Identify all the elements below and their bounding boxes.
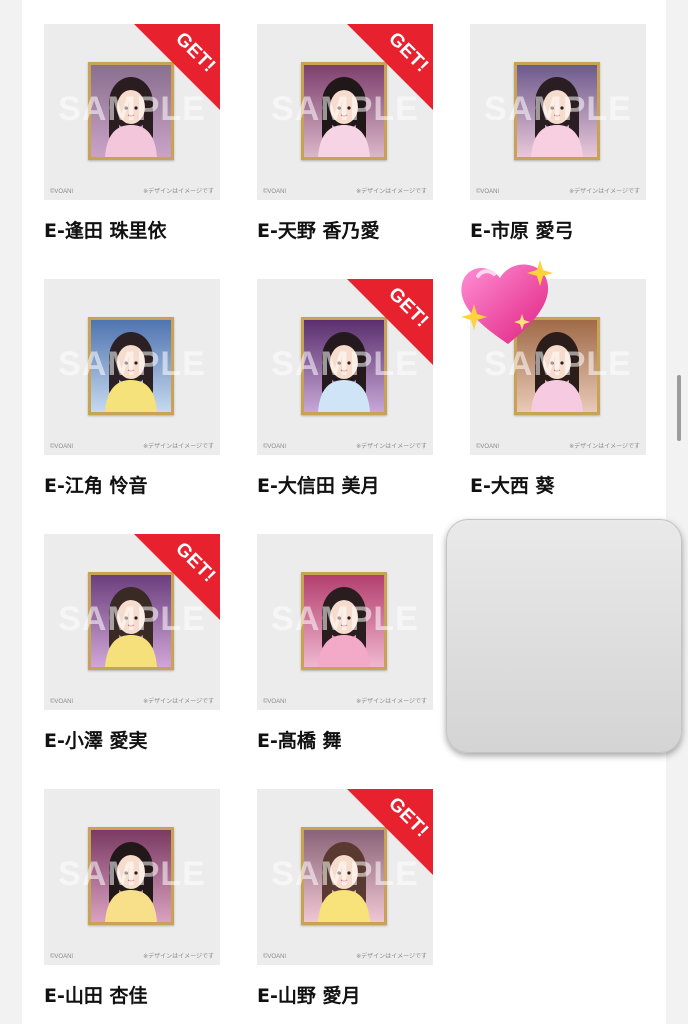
member-name: E-大信田 美月 <box>257 475 380 497</box>
overlay-box[interactable] <box>446 519 682 753</box>
member-photo <box>304 320 384 412</box>
member-name: E-大西 葵 <box>470 475 555 497</box>
copyright-label: ©VOANI <box>263 189 287 195</box>
member-card[interactable]: SAMPLE ©VOANI ※デザインはイメージです GET! E-天野 香乃愛 <box>257 24 433 242</box>
photo-frame <box>301 572 387 670</box>
card-thumbnail[interactable]: SAMPLE ©VOANI ※デザインはイメージです GET! <box>257 789 433 965</box>
card-thumbnail[interactable]: SAMPLE©VOANI※デザインはイメージです <box>257 534 433 710</box>
card-thumbnail[interactable]: SAMPLE ©VOANI ※デザインはイメージです GET! <box>257 279 433 455</box>
design-note: ※デザインはイメージです <box>356 443 427 450</box>
member-photo <box>304 830 384 922</box>
card-thumbnail[interactable]: SAMPLE©VOANI※デザインはイメージです <box>470 24 646 200</box>
member-photo <box>304 65 384 157</box>
card-thumbnail[interactable]: SAMPLE©VOANI※デザインはイメージです <box>44 279 220 455</box>
member-card[interactable]: SAMPLE ©VOANI ※デザインはイメージです E-髙橋 舞 <box>257 534 433 752</box>
member-name: E-小澤 愛実 <box>44 730 148 752</box>
design-note: ※デザインはイメージです <box>143 698 214 705</box>
member-card[interactable]: SAMPLE ©VOANI ※デザインはイメージです E-山田 杏佳 <box>44 789 220 1007</box>
member-name: E-山田 杏佳 <box>44 985 148 1007</box>
design-note: ※デザインはイメージです <box>356 698 427 705</box>
design-note: ※デザインはイメージです <box>569 443 640 450</box>
member-name: E-髙橋 舞 <box>257 730 342 752</box>
photo-frame <box>88 827 174 925</box>
copyright-label: ©VOANI <box>263 699 287 705</box>
design-note: ※デザインはイメージです <box>143 953 214 960</box>
member-photo <box>91 575 171 667</box>
design-note: ※デザインはイメージです <box>356 953 427 960</box>
photo-frame <box>301 827 387 925</box>
member-name: E-江角 怜音 <box>44 475 148 497</box>
card-thumbnail[interactable]: SAMPLE ©VOANI ※デザインはイメージです GET! <box>257 24 433 200</box>
photo-frame <box>301 317 387 415</box>
copyright-label: ©VOANI <box>263 954 287 960</box>
photo-frame <box>301 62 387 160</box>
member-card[interactable]: SAMPLE ©VOANI ※デザインはイメージです GET! E-小澤 愛実 <box>44 534 220 752</box>
copyright-label: ©VOANI <box>50 954 74 960</box>
copyright-label: ©VOANI <box>263 444 287 450</box>
member-photo <box>91 830 171 922</box>
member-name: E-市原 愛弓 <box>470 220 574 242</box>
member-card[interactable]: SAMPLE ©VOANI ※デザインはイメージです GET! E-逢田 珠里依 <box>44 24 220 242</box>
member-name: E-山野 愛月 <box>257 985 361 1007</box>
member-card[interactable]: SAMPLE ©VOANI ※デザインはイメージです GET! E-大信田 美月 <box>257 279 433 497</box>
member-name: E-逢田 珠里依 <box>44 220 167 242</box>
member-photo <box>304 575 384 667</box>
copyright-label: ©VOANI <box>476 189 500 195</box>
photo-frame <box>88 572 174 670</box>
member-photo <box>517 65 597 157</box>
card-thumbnail[interactable]: SAMPLE©VOANI※デザインはイメージです <box>44 789 220 965</box>
photo-frame <box>514 62 600 160</box>
copyright-label: ©VOANI <box>476 444 500 450</box>
member-card[interactable]: SAMPLE ©VOANI ※デザインはイメージです E-市原 愛弓 <box>470 24 646 242</box>
copyright-label: ©VOANI <box>50 444 74 450</box>
copyright-label: ©VOANI <box>50 189 74 195</box>
scrollbar-thumb[interactable] <box>677 375 681 441</box>
photo-frame <box>88 317 174 415</box>
photo-frame <box>88 62 174 160</box>
member-photo <box>91 65 171 157</box>
member-name: E-天野 香乃愛 <box>257 220 380 242</box>
design-note: ※デザインはイメージです <box>143 443 214 450</box>
design-note: ※デザインはイメージです <box>143 188 214 195</box>
copyright-label: ©VOANI <box>50 699 74 705</box>
member-photo <box>91 320 171 412</box>
sparkling-heart-sticker <box>461 260 553 344</box>
design-note: ※デザインはイメージです <box>356 188 427 195</box>
card-thumbnail[interactable]: SAMPLE ©VOANI ※デザインはイメージです GET! <box>44 24 220 200</box>
member-card[interactable]: SAMPLE ©VOANI ※デザインはイメージです GET! E-山野 愛月 <box>257 789 433 1007</box>
card-thumbnail[interactable]: SAMPLE ©VOANI ※デザインはイメージです GET! <box>44 534 220 710</box>
design-note: ※デザインはイメージです <box>569 188 640 195</box>
member-card[interactable]: SAMPLE ©VOANI ※デザインはイメージです E-江角 怜音 <box>44 279 220 497</box>
